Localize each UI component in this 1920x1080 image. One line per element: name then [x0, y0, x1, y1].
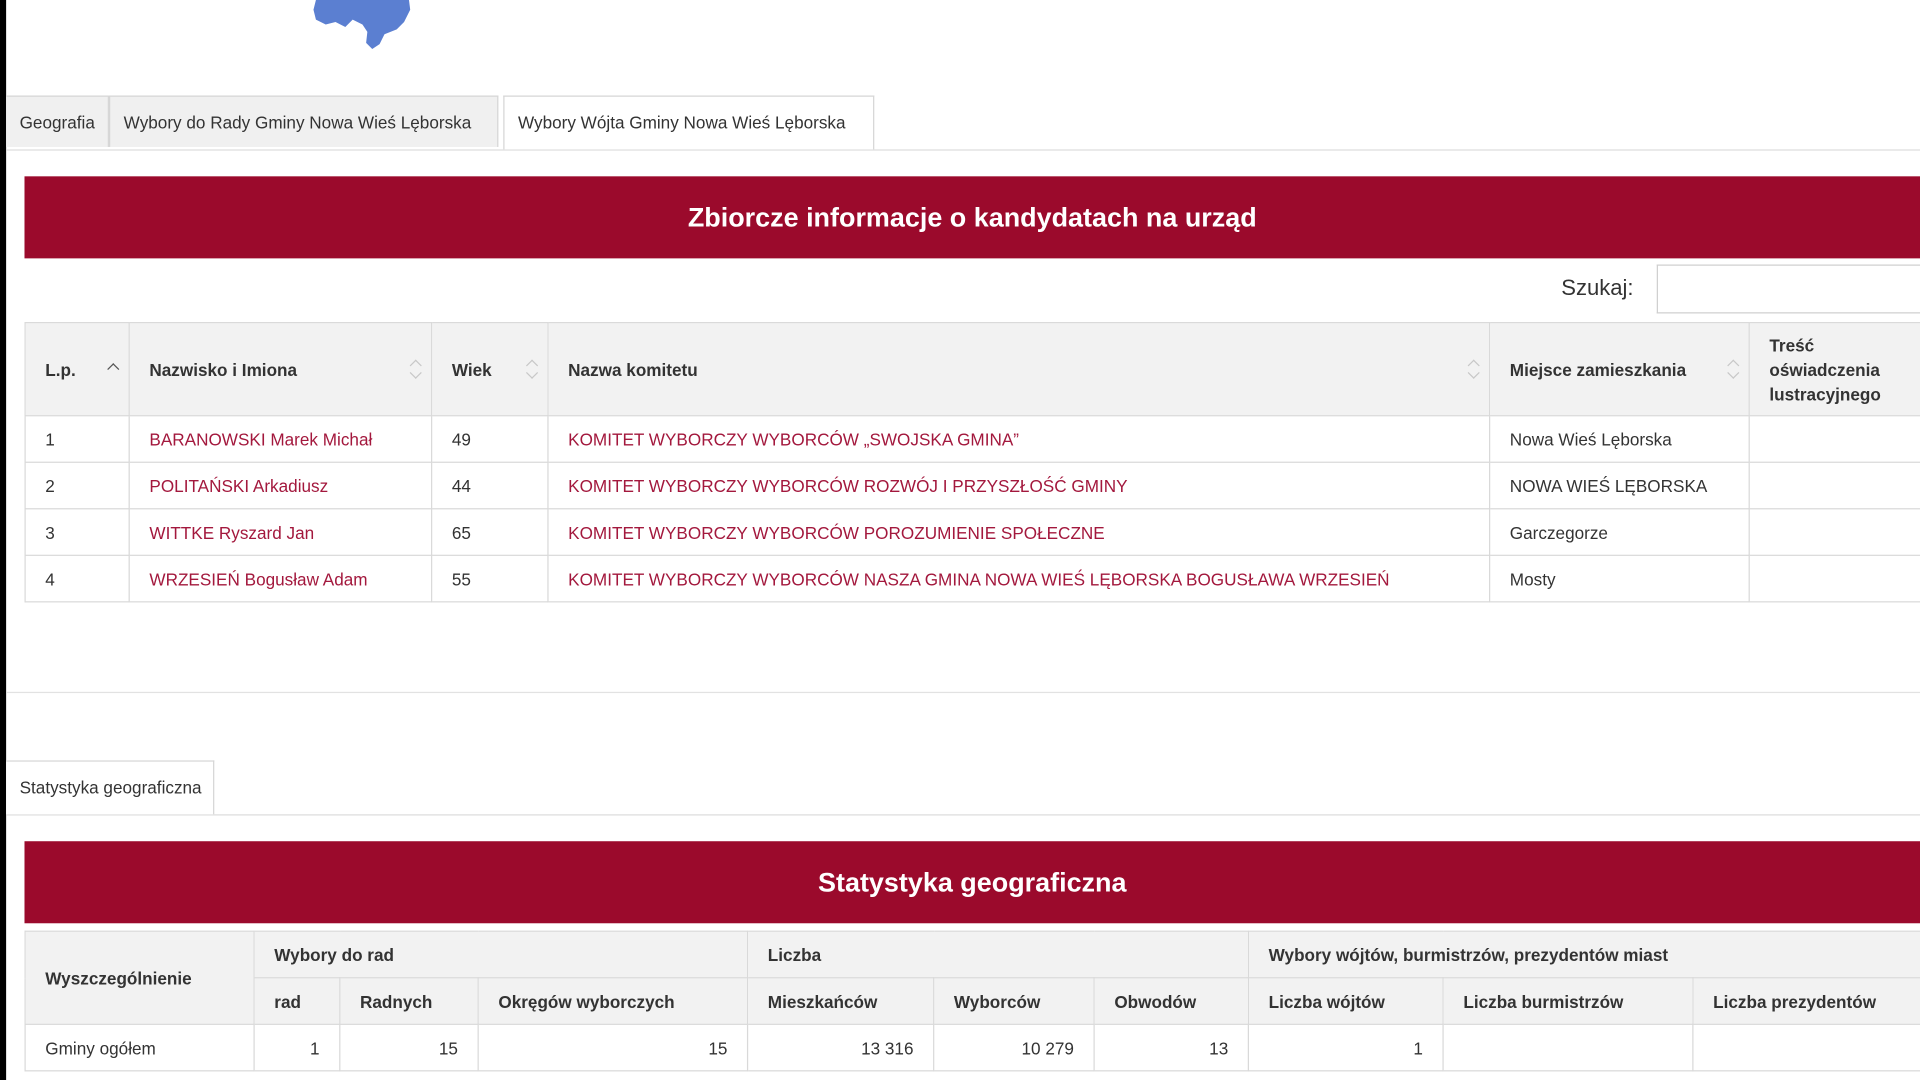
subcol-mieszkancow: Mieszkańców [746, 977, 935, 1025]
search-label: Szukaj: [1561, 275, 1634, 301]
candidates-banner: Zbiorcze informacje o kandydatach na urz… [24, 176, 1920, 259]
table-row: 2 POLITAŃSKI Arkadiusz 44 KOMITET WYBORCZY … [24, 461, 1920, 510]
col-age[interactable]: Wiek [431, 322, 549, 417]
stats-label-header: Wyszczególnienie [24, 930, 255, 1025]
candidate-name-link[interactable]: BARANOWSKI Marek Michał [128, 415, 433, 463]
row-age: 49 [431, 415, 549, 463]
group-liczba: Liczba [746, 930, 1250, 979]
candidate-name-link[interactable]: WRZESIEŃ Bogusław Adam [128, 554, 433, 603]
row-age: 44 [431, 461, 549, 510]
subcol-burmistrzow: Liczba burmistrzów [1442, 977, 1694, 1025]
row-statement [1748, 461, 1920, 510]
row-lp: 3 [24, 508, 130, 556]
row-statement [1748, 554, 1920, 603]
row-residence: NOWA WIEŚ LĘBORSKA [1488, 461, 1750, 510]
sort-icon [527, 357, 539, 381]
subcol-radnych: Radnych [339, 977, 479, 1025]
row-lp: 2 [24, 461, 130, 510]
col-residence[interactable]: Miejsce zamieszkania [1488, 322, 1750, 417]
committee-link[interactable]: KOMITET WYBORCZY WYBORCÓW „SWOJSKA GMINA… [547, 415, 1491, 463]
col-statement[interactable]: Treść oświadczenia lustracyjnego [1748, 322, 1920, 417]
stats-banner: Statystyka geograficzna [24, 841, 1920, 924]
table-row: Gminy ogółem 1 15 15 13 316 10 279 13 1 [24, 1023, 1920, 1072]
subcol-wojtow: Liczba wójtów [1247, 977, 1444, 1025]
sort-asc-icon [108, 357, 120, 381]
stats-cell [1442, 1023, 1694, 1072]
row-statement [1748, 508, 1920, 556]
tab-wojt-gminy[interactable]: Wybory Wójta Gminy Nowa Wieś Lęborska [503, 95, 875, 150]
left-edge [0, 0, 7, 1080]
row-statement [1748, 415, 1920, 463]
stats-tabs: Statystyka geograficzna [6, 760, 1920, 816]
subcol-obwodow: Obwodów [1093, 977, 1250, 1025]
col-name[interactable]: Nazwisko i Imiona [128, 322, 433, 417]
table-row: 1 BARANOWSKI Marek Michał 49 KOMITET WYBORC… [24, 415, 1920, 463]
row-lp: 1 [24, 415, 130, 463]
tab-geografia[interactable]: Geografia [6, 95, 109, 147]
candidate-name-link[interactable]: POLITAŃSKI Arkadiusz [128, 461, 433, 510]
subcol-prezydentow: Liczba prezydentów [1692, 977, 1920, 1025]
subcol-okregow: Okręgów wyborczych [477, 977, 749, 1025]
col-committee[interactable]: Nazwa komitetu [547, 322, 1491, 417]
region-map-icon[interactable] [309, 0, 419, 51]
sort-icon [1468, 357, 1480, 381]
main-tabs: Geografia Wybory do Rady Gminy Nowa Wieś… [6, 95, 1920, 151]
subcol-wyborcow: Wyborców [933, 977, 1095, 1025]
row-lp: 4 [24, 554, 130, 603]
stats-table: Wyszczególnienie Wybory do rad Liczba Wy… [24, 930, 1920, 1072]
table-row: 4 WRZESIEŃ Bogusław Adam 55 KOMITET WYBORCZ… [24, 554, 1920, 603]
row-residence: Nowa Wieś Lęborska [1488, 415, 1750, 463]
committee-link[interactable]: KOMITET WYBORCZY WYBORCÓW NASZA GMINA NO… [547, 554, 1491, 603]
candidate-name-link[interactable]: WITTKE Ryszard Jan [128, 508, 433, 556]
row-age: 65 [431, 508, 549, 556]
tab-rada-gminy[interactable]: Wybory do Rady Gminy Nowa Wieś Lęborska [108, 95, 499, 147]
stats-cell: 15 [339, 1023, 479, 1072]
tab-statystyka-geograficzna[interactable]: Statystyka geograficzna [6, 760, 215, 815]
page-frame: Geografia Wybory do Rady Gminy Nowa Wieś… [0, 0, 1920, 1080]
subcol-rad: rad [253, 977, 341, 1025]
sort-icon [1728, 357, 1740, 381]
group-wybory-wojtow: Wybory wójtów, burmistrzów, prezydentów … [1247, 930, 1920, 979]
stats-row-label: Gminy ogółem [24, 1023, 255, 1072]
stats-cell [1692, 1023, 1920, 1072]
committee-link[interactable]: KOMITET WYBORCZY WYBORCÓW ROZWÓJ I PRZYS… [547, 461, 1491, 510]
section-divider [6, 691, 1920, 694]
stats-cell: 13 316 [746, 1023, 935, 1072]
committee-link[interactable]: KOMITET WYBORCZY WYBORCÓW POROZUMIENIE S… [547, 508, 1491, 556]
stats-cell: 10 279 [933, 1023, 1095, 1072]
stats-cell: 15 [477, 1023, 749, 1072]
sort-icon [410, 357, 422, 381]
stats-cell: 1 [1247, 1023, 1444, 1072]
search-input[interactable] [1656, 264, 1920, 314]
table-row: 3 WITTKE Ryszard Jan 65 KOMITET WYBORCZY WY… [24, 508, 1920, 556]
candidates-table: L.p. Nazwisko i Imiona Wiek Nazwa komite… [24, 322, 1920, 603]
row-residence: Garczegorze [1488, 508, 1750, 556]
group-wybory-do-rad: Wybory do rad [253, 930, 749, 979]
stats-cell: 13 [1093, 1023, 1250, 1072]
col-lp[interactable]: L.p. [24, 322, 130, 417]
row-age: 55 [431, 554, 549, 603]
stats-cell: 1 [253, 1023, 341, 1072]
row-residence: Mosty [1488, 554, 1750, 603]
